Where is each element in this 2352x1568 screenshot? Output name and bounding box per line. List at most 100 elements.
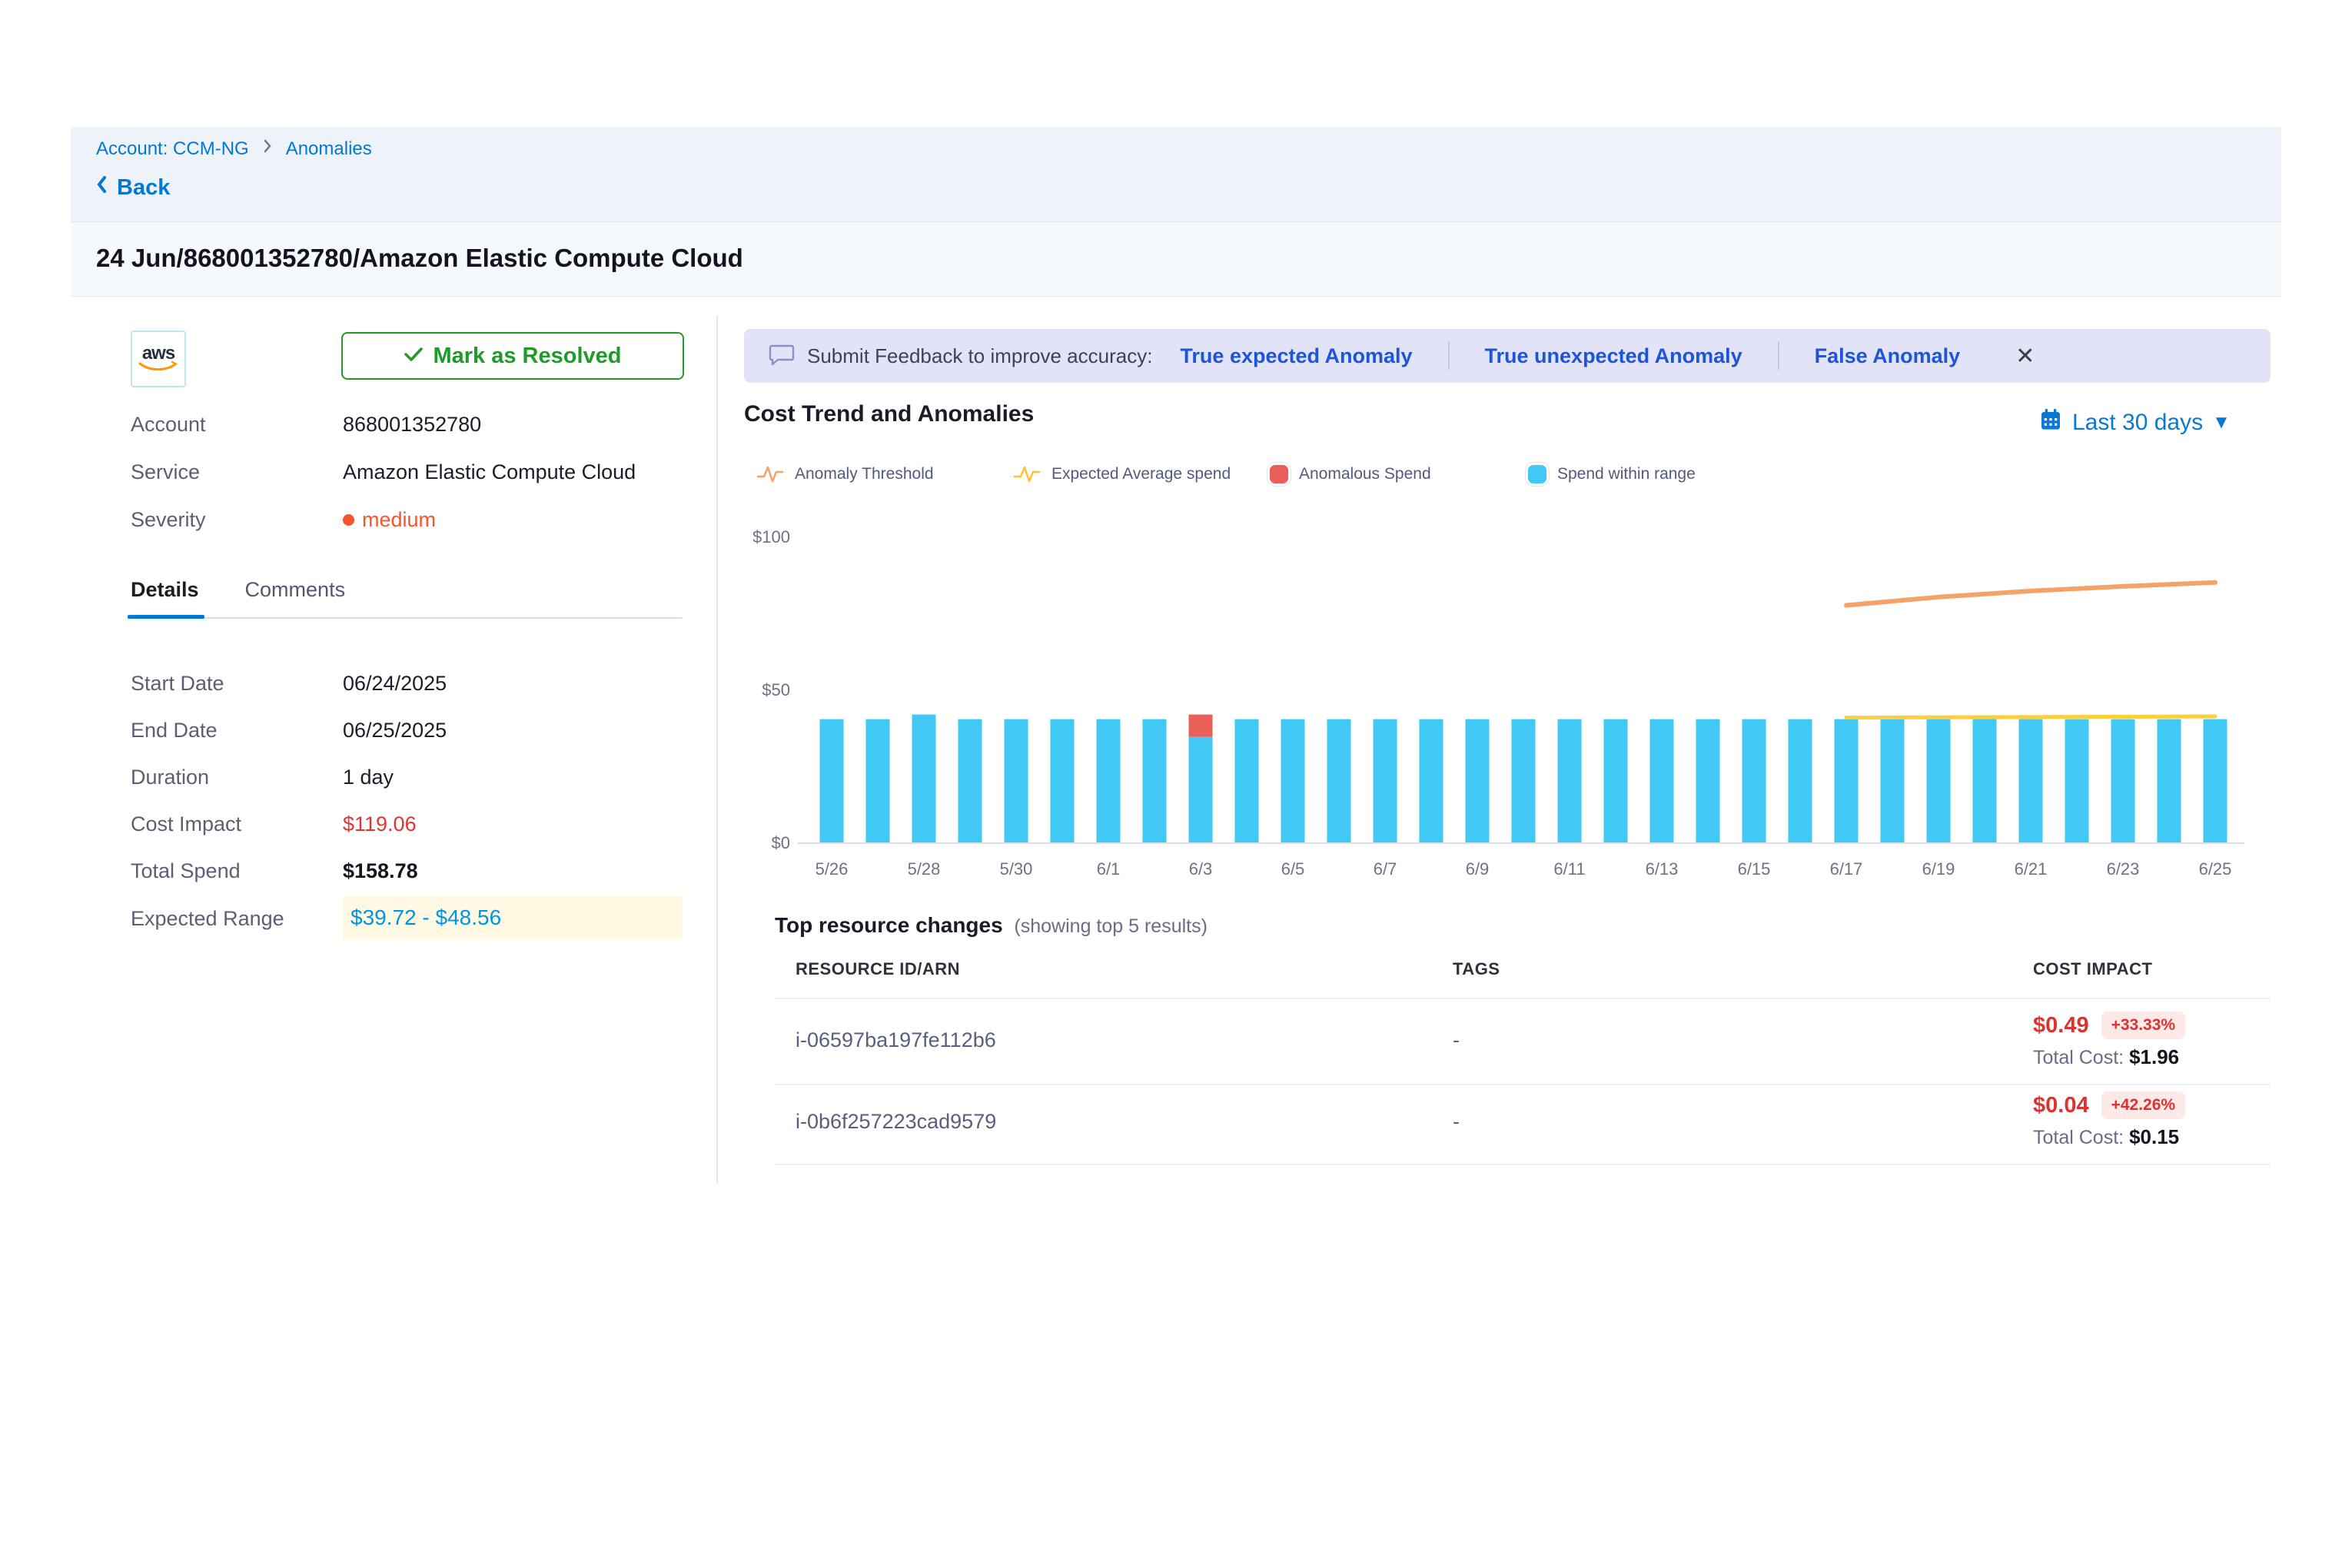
table-divider — [775, 1164, 2271, 1165]
resource-tags: - — [1453, 1110, 1460, 1134]
account-label: Account — [131, 413, 206, 437]
end-date-label: End Date — [131, 719, 218, 742]
legend-label: Spend within range — [1557, 465, 1696, 483]
chevron-right-icon — [261, 138, 274, 160]
svg-text:6/25: 6/25 — [2199, 859, 2232, 879]
feedback-separator — [1778, 342, 1779, 370]
impact-amount: $0.04 — [2033, 1093, 2089, 1118]
start-date-value: 06/24/2025 — [343, 672, 447, 696]
duration-label: Duration — [131, 766, 209, 789]
svg-text:$0: $0 — [772, 833, 790, 852]
svg-text:5/30: 5/30 — [1000, 859, 1033, 879]
column-header-tags: TAGS — [1453, 959, 1500, 979]
breadcrumb-anomalies-link[interactable]: Anomalies — [286, 138, 372, 160]
service-row: Service Amazon Elastic Compute Cloud — [131, 458, 684, 486]
legend-anomalous-spend: Anomalous Spend — [1270, 460, 1431, 489]
detail-tabs: Details Comments — [131, 578, 345, 602]
total-spend-label: Total Spend — [131, 859, 241, 883]
legend-anomaly-threshold: Anomaly Threshold — [756, 460, 934, 489]
resource-table-title: Top resource changes (showing top 5 resu… — [775, 913, 1208, 938]
svg-text:6/3: 6/3 — [1189, 859, 1213, 879]
account-value: 868001352780 — [343, 413, 481, 437]
svg-text:6/19: 6/19 — [1922, 859, 1955, 879]
total-cost-value: $1.96 — [2129, 1045, 2179, 1068]
breadcrumb: Account: CCM-NG Anomalies — [96, 138, 372, 160]
mark-as-resolved-button[interactable]: Mark as Resolved — [341, 332, 684, 380]
svg-text:6/23: 6/23 — [2107, 859, 2140, 879]
aws-smile-icon — [136, 361, 181, 372]
chevron-left-icon — [94, 173, 109, 202]
resource-table-title-text: Top resource changes — [775, 913, 1003, 937]
total-cost-value: $0.15 — [2129, 1125, 2179, 1148]
close-icon[interactable]: ✕ — [2015, 343, 2035, 370]
svg-text:5/26: 5/26 — [816, 859, 849, 879]
expected-range-value: $39.72 - $48.56 — [350, 905, 501, 930]
duration-value: 1 day — [343, 766, 394, 789]
resource-id-link[interactable]: i-06597ba197fe112b6 — [796, 1028, 996, 1052]
severity-label: Severity — [131, 508, 206, 532]
caret-down-icon: ▼ — [2212, 412, 2231, 434]
total-cost-label: Total Cost: — [2033, 1047, 2124, 1068]
tab-divider — [128, 617, 683, 619]
feedback-false-anomaly-link[interactable]: False Anomaly — [1815, 344, 1961, 368]
table-divider — [775, 998, 2271, 999]
table-divider — [775, 1084, 2271, 1085]
breadcrumb-band: Account: CCM-NG Anomalies Back — [71, 127, 2281, 222]
feedback-true-expected-link[interactable]: True expected Anomaly — [1180, 344, 1412, 368]
legend-spend-within-range: Spend within range — [1528, 460, 1696, 489]
total-cost-label: Total Cost: — [2033, 1127, 2124, 1148]
svg-text:$50: $50 — [762, 680, 790, 699]
svg-text:6/17: 6/17 — [1830, 859, 1863, 879]
active-tab-underline — [128, 615, 204, 619]
resource-table-subtitle: (showing top 5 results) — [1008, 915, 1207, 937]
column-header-cost-impact: COST IMPACT — [2033, 959, 2152, 979]
chart-title: Cost Trend and Anomalies — [744, 401, 1034, 427]
resolve-button-label: Mark as Resolved — [433, 344, 621, 369]
resource-tags: - — [1453, 1028, 1460, 1052]
svg-text:$100: $100 — [753, 527, 790, 546]
end-date-value: 06/25/2025 — [343, 719, 447, 742]
feedback-true-unexpected-link[interactable]: True unexpected Anomaly — [1485, 344, 1742, 368]
legend-expected-average: Expected Average spend — [1013, 460, 1231, 489]
severity-badge: medium — [343, 508, 436, 532]
cost-trend-chart: $0$50$1005/265/285/306/16/36/56/76/96/11… — [753, 500, 2283, 892]
cost-impact-value: $119.06 — [343, 812, 417, 836]
service-label: Service — [131, 460, 200, 484]
service-value: Amazon Elastic Compute Cloud — [343, 460, 636, 484]
chart-canvas: $0$50$1005/265/285/306/16/36/56/76/96/11… — [753, 500, 2283, 892]
red-square-icon — [1270, 465, 1288, 483]
pulse-line-icon — [756, 464, 784, 484]
page-title: 24 Jun/868001352780/Amazon Elastic Compu… — [96, 244, 743, 273]
breadcrumb-account-link[interactable]: Account: CCM-NG — [96, 138, 249, 160]
cost-impact-cell: $0.04 +42.26% Total Cost: $0.15 — [2033, 1091, 2185, 1149]
svg-text:6/21: 6/21 — [2015, 859, 2048, 879]
account-row: Account 868001352780 — [131, 410, 684, 438]
feedback-separator — [1448, 342, 1450, 370]
aws-logo: aws — [131, 331, 186, 387]
severity-value: medium — [362, 508, 436, 532]
impact-amount: $0.49 — [2033, 1013, 2089, 1038]
calendar-icon — [2038, 407, 2063, 438]
resource-id-link[interactable]: i-0b6f257223cad9579 — [796, 1110, 996, 1134]
panel-divider — [716, 315, 718, 1184]
cost-impact-label: Cost Impact — [131, 812, 241, 836]
expected-range-highlight: $39.72 - $48.56 — [343, 896, 683, 939]
svg-text:6/5: 6/5 — [1281, 859, 1305, 879]
svg-text:6/15: 6/15 — [1738, 859, 1771, 879]
expected-range-label: Expected Range — [131, 907, 284, 931]
feedback-banner: Submit Feedback to improve accuracy: Tru… — [744, 329, 2271, 383]
feedback-label: Submit Feedback to improve accuracy: — [807, 344, 1152, 368]
tab-details[interactable]: Details — [131, 578, 199, 602]
tab-comments[interactable]: Comments — [245, 578, 346, 602]
cost-impact-cell: $0.49 +33.33% Total Cost: $1.96 — [2033, 1012, 2185, 1069]
date-range-label: Last 30 days — [2072, 410, 2203, 436]
severity-row: Severity medium — [131, 506, 684, 533]
aws-logo-text: aws — [142, 346, 174, 361]
back-button[interactable]: Back — [94, 173, 170, 202]
impact-percent-badge: +42.26% — [2101, 1091, 2186, 1119]
check-icon — [404, 344, 424, 369]
back-label: Back — [117, 175, 170, 201]
date-range-selector[interactable]: Last 30 days ▼ — [2038, 407, 2231, 438]
impact-percent-badge: +33.33% — [2101, 1012, 2186, 1039]
svg-text:6/7: 6/7 — [1374, 859, 1397, 879]
